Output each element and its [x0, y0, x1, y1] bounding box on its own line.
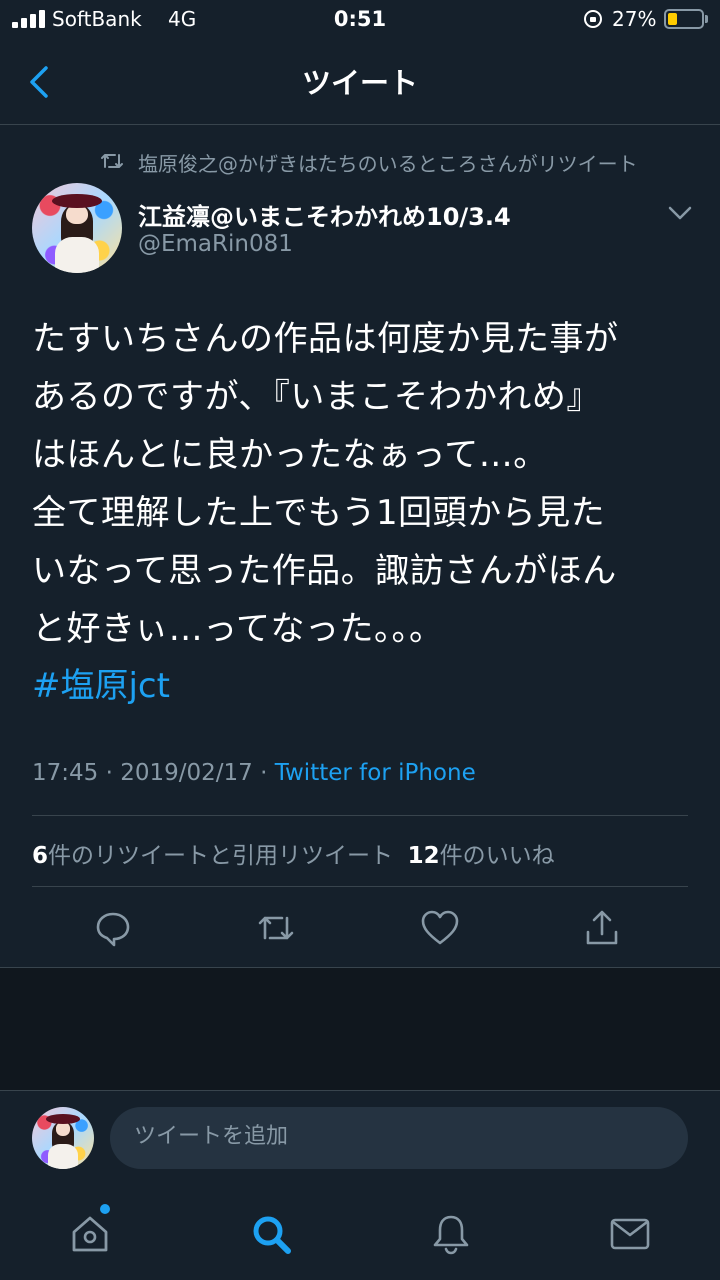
- like-count-label: 件のいいね: [439, 843, 555, 869]
- meta-separator: ·: [105, 760, 113, 786]
- chevron-down-icon[interactable]: [668, 203, 692, 223]
- author-handle[interactable]: @EmaRin081: [138, 231, 293, 257]
- tab-home[interactable]: [68, 1212, 112, 1256]
- reply-icon: [96, 912, 130, 947]
- tab-search[interactable]: [249, 1212, 293, 1256]
- tab-notifications[interactable]: [429, 1212, 473, 1256]
- retweet-button[interactable]: [256, 908, 296, 948]
- retweet-icon: [101, 154, 123, 168]
- search-icon: [253, 1216, 291, 1254]
- tweet-source-link[interactable]: Twitter for iPhone: [275, 760, 476, 786]
- battery-icon: [664, 9, 704, 29]
- meta-separator: ·: [260, 760, 268, 786]
- header-divider: [0, 124, 720, 125]
- tweet-text: たすいちさんの作品は何度か見た事が あるのですが、『いまこそわかれめ』 はほんと…: [32, 319, 619, 649]
- my-avatar[interactable]: [32, 1107, 94, 1169]
- composer-divider: [0, 1090, 720, 1091]
- like-button[interactable]: [420, 908, 460, 948]
- battery-tip: [705, 15, 708, 23]
- author-name[interactable]: 江益凛@いまこそわかれめ10/3.4: [138, 197, 511, 232]
- meta-divider: [32, 815, 688, 816]
- like-icon: [421, 910, 459, 945]
- retweet-count-label: 件のリツイートと引用リツイート: [48, 843, 394, 869]
- page-title: ツイート: [301, 66, 418, 100]
- rotation-lock-icon: [584, 10, 602, 28]
- reply-button[interactable]: [93, 908, 133, 948]
- battery-percent: 27%: [612, 7, 657, 31]
- battery-fill: [668, 13, 677, 25]
- tweet-stats: 6件のリツイートと引用リツイート 12件のいいね: [32, 836, 555, 870]
- likes-stat[interactable]: 12件のいいね: [408, 843, 555, 869]
- retweet-count: 6: [32, 843, 49, 869]
- retweet-icon: [258, 916, 294, 940]
- like-count: 12: [407, 843, 440, 869]
- tweet-time: 17:45: [32, 760, 99, 786]
- retweeted-by-label[interactable]: 塩原俊之@かげきはたちのいるところさんがリツイート: [138, 148, 638, 177]
- tab-messages[interactable]: [608, 1212, 652, 1256]
- notifications-icon: [433, 1215, 469, 1255]
- reply-input[interactable]: [134, 1124, 654, 1149]
- status-bar: SoftBank 4G 0:51 27%: [0, 0, 720, 40]
- home-icon: [72, 1216, 108, 1252]
- tweet-date: 2019/02/17: [120, 760, 253, 786]
- hashtag-link[interactable]: #塩原jct: [32, 658, 170, 707]
- tweet-meta: 17:45 · 2019/02/17 · Twitter for iPhone: [32, 760, 476, 786]
- reply-composer[interactable]: [110, 1107, 688, 1169]
- empty-replies-area: [0, 968, 720, 1090]
- avatar[interactable]: [32, 183, 122, 273]
- share-button[interactable]: [582, 908, 622, 948]
- share-icon: [586, 910, 618, 945]
- stats-divider: [32, 886, 688, 887]
- retweets-stat[interactable]: 6件のリツイートと引用リツイート: [32, 843, 393, 869]
- messages-icon: [610, 1218, 650, 1250]
